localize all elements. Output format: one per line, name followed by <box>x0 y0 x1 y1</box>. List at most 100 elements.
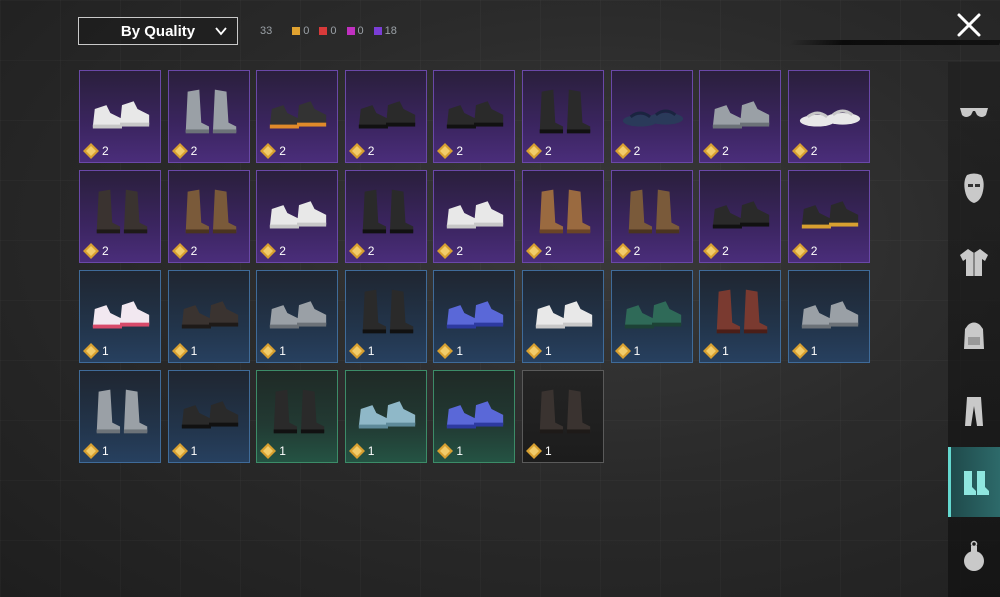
epic-swatch <box>373 27 382 35</box>
sidebar-tab-jacket[interactable] <box>948 227 1000 297</box>
item-tile[interactable]: 2 <box>433 70 516 163</box>
coupon-icon <box>83 243 99 259</box>
sidebar-tab-glasses[interactable] <box>948 77 1000 147</box>
item-tile[interactable]: 1 <box>699 270 782 363</box>
quantity-value: 1 <box>102 344 109 358</box>
item-quantity: 1 <box>525 443 552 459</box>
coupon-icon <box>525 443 542 459</box>
shoe-icon <box>801 201 858 229</box>
coupon-icon <box>614 343 631 359</box>
item-tile[interactable]: 2 <box>787 70 870 163</box>
quantity-value: 2 <box>279 244 286 258</box>
item-tile[interactable]: 1 <box>521 270 604 363</box>
item-quantity: 1 <box>260 443 286 459</box>
sidebar-tab-grenade[interactable] <box>948 522 1000 592</box>
item-tile[interactable]: 1 <box>79 270 161 363</box>
coupon-icon <box>83 443 99 459</box>
item-quantity: 2 <box>260 243 286 259</box>
pink-swatch <box>346 27 355 35</box>
item-tile[interactable]: 2 <box>787 170 870 263</box>
item-tile[interactable]: 1 <box>256 270 339 363</box>
coupon-icon <box>348 243 365 259</box>
item-tile[interactable]: 1 <box>521 370 604 463</box>
chevron-down-icon <box>215 27 227 36</box>
total-count: 33 <box>260 25 273 37</box>
legendary-swatch <box>292 27 301 35</box>
shoe-icon <box>801 301 858 329</box>
item-quantity: 1 <box>437 443 463 459</box>
quantity-value: 2 <box>544 144 552 158</box>
item-tile[interactable]: 1 <box>79 370 161 463</box>
coupon-icon <box>791 143 808 159</box>
item-tile[interactable]: 1 <box>433 270 516 363</box>
shoe-icon <box>96 189 148 234</box>
shoe-icon <box>273 389 325 434</box>
item-quantity: 1 <box>348 343 374 359</box>
item-tile[interactable]: 2 <box>79 170 161 263</box>
item-tile[interactable]: 2 <box>699 70 782 163</box>
backpack-icon <box>964 322 984 349</box>
coupon-icon <box>260 343 277 359</box>
item-quantity: 2 <box>171 143 198 159</box>
jacket-icon <box>960 249 988 276</box>
sort-dropdown[interactable]: By Quality <box>78 17 238 45</box>
pants-icon <box>965 397 983 426</box>
shoe-icon <box>535 301 593 329</box>
item-tile[interactable]: 2 <box>699 170 782 263</box>
count-value: 18 <box>384 25 397 37</box>
count-value: 0 <box>357 25 364 37</box>
item-tile[interactable]: 1 <box>610 270 693 363</box>
coupon-icon <box>348 143 365 159</box>
item-tile[interactable]: 1 <box>256 370 339 463</box>
quantity-value: 1 <box>456 344 464 358</box>
quantity-value: 2 <box>190 144 198 158</box>
item-tile[interactable]: 1 <box>344 370 427 463</box>
quantity-value: 1 <box>544 344 552 358</box>
sidebar-tab-pants[interactable] <box>948 376 1000 446</box>
item-tile[interactable]: 1 <box>433 370 516 463</box>
sidebar-tab-shoes[interactable] <box>948 447 1000 517</box>
shoe-icon <box>185 189 236 234</box>
item-tile[interactable]: 1 <box>167 370 250 463</box>
shoe-icon <box>539 189 591 234</box>
quantity-value: 2 <box>722 244 729 258</box>
coupon-icon <box>614 143 631 159</box>
item-tile[interactable]: 2 <box>167 170 250 263</box>
item-tile[interactable]: 1 <box>787 270 870 363</box>
mask-icon <box>964 173 984 203</box>
item-tile[interactable]: 2 <box>610 170 693 263</box>
item-quantity: 1 <box>171 443 197 459</box>
shoe-icon <box>447 401 504 429</box>
sidebar-tab-mask[interactable] <box>948 153 1000 223</box>
shoe-icon <box>92 101 150 129</box>
grenade-icon <box>964 540 984 571</box>
item-tile[interactable]: 2 <box>344 70 427 163</box>
item-tile[interactable]: 2 <box>433 170 516 263</box>
sidebar-tab-backpack[interactable] <box>948 301 1000 371</box>
item-tile[interactable]: 2 <box>256 70 339 163</box>
item-tile[interactable]: 1 <box>344 270 427 363</box>
top-bar: By Quality 33 0 0 0 18 <box>78 16 407 46</box>
item-quantity: 2 <box>525 143 552 159</box>
item-tile[interactable]: 2 <box>610 70 693 163</box>
quantity-value: 2 <box>190 244 198 258</box>
shoe-icon <box>716 289 768 334</box>
item-quantity: 2 <box>525 243 552 259</box>
shoe-icon <box>539 389 591 434</box>
shoe-icon <box>358 401 415 429</box>
item-tile[interactable]: 2 <box>521 70 604 163</box>
coupon-icon <box>525 243 542 259</box>
shoe-icon <box>362 189 414 234</box>
item-tile[interactable]: 2 <box>344 170 427 263</box>
item-tile[interactable]: 1 <box>167 270 250 363</box>
item-tile[interactable]: 2 <box>79 70 161 163</box>
item-quantity: 1 <box>791 343 817 359</box>
shoe-icon <box>712 201 770 229</box>
item-tile[interactable]: 2 <box>521 170 604 263</box>
close-icon[interactable] <box>954 10 984 40</box>
quantity-value: 2 <box>367 244 375 258</box>
item-tile[interactable]: 2 <box>256 170 339 263</box>
item-tile[interactable]: 2 <box>167 70 250 163</box>
coupon-icon <box>260 143 277 159</box>
coupon-icon <box>437 243 454 259</box>
